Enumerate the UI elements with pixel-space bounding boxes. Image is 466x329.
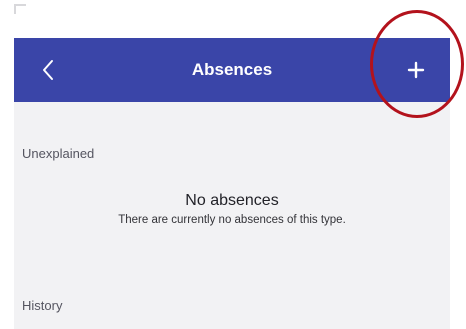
- page-title: Absences: [191, 60, 273, 79]
- empty-state-title: No absences: [185, 192, 279, 209]
- section-label-unexplained: Unexplained: [22, 146, 95, 161]
- empty-state-message: There are currently no absences of this …: [118, 214, 346, 226]
- chevron-left-icon: [43, 60, 53, 80]
- back-button[interactable]: [30, 52, 66, 88]
- add-absence-button[interactable]: [396, 50, 436, 90]
- plus-icon: [407, 61, 425, 79]
- app-bar: Absences: [14, 38, 450, 102]
- section-label-history: History: [22, 298, 63, 313]
- corner-mark: [14, 4, 26, 14]
- empty-state: No absences There are currently no absen…: [14, 192, 450, 226]
- screenshot-page: Absences Unexplained No absences There a…: [0, 0, 466, 329]
- absences-screen: Absences Unexplained No absences There a…: [14, 38, 450, 329]
